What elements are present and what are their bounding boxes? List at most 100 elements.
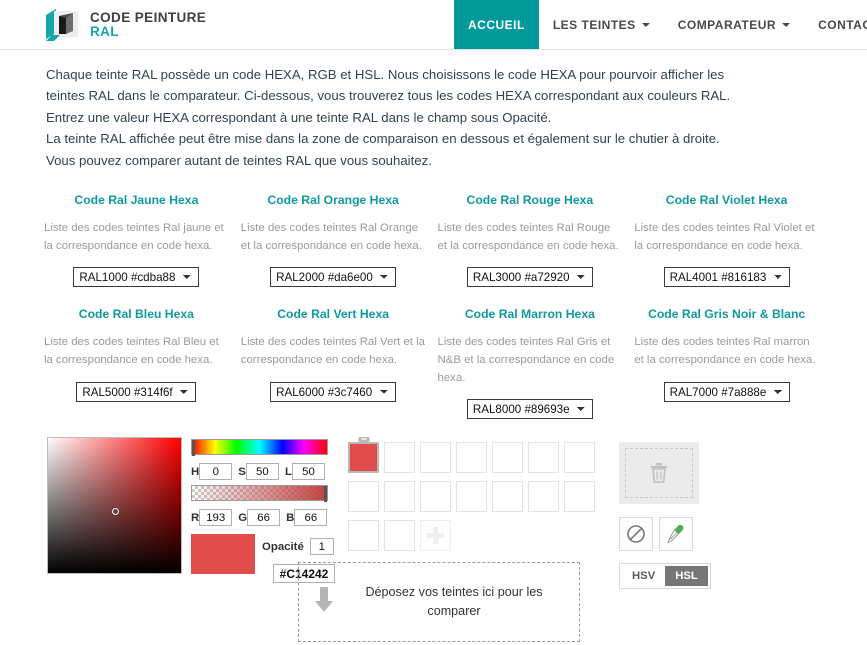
no-color-button[interactable] [619,517,653,552]
swatch-slot-empty[interactable] [528,442,559,474]
plus-icon [427,527,444,545]
category-select-rouge[interactable]: RAL3000 #a72920 [466,267,593,288]
comparison-dropzone[interactable]: Déposez vos teintes ici pour les compare… [298,562,580,642]
nav-label-contact: CONTACT [818,17,867,32]
swatch-slot-empty[interactable] [348,481,379,513]
picker-tools: HSV HSL [619,442,711,590]
main-navigation: ACCUEIL LES TEINTES COMPARATEUR CONTACT [454,0,867,49]
intro-paragraph-1: Chaque teinte RAL possède un code HEXA, … [46,67,731,125]
logo-line-1: CODE PEINTURE [90,9,207,25]
swatch-selected-marker-icon [358,437,369,444]
swatch-slot-empty[interactable] [456,442,487,474]
down-arrow-icon [315,586,333,612]
saturation-value-handle[interactable] [112,508,119,516]
lightness-input[interactable] [292,463,325,481]
chevron-down-icon [641,22,650,27]
nav-label-les-teintes: LES TEINTES [552,17,636,32]
category-card-orange: Code Ral Orange Hexa Liste des codes tei… [240,193,438,288]
swatch-slot-empty[interactable] [564,442,595,474]
swatch-slot-empty[interactable] [420,442,451,474]
swatch-slot-empty[interactable] [384,442,415,474]
swatch-slot-empty[interactable] [492,442,523,474]
category-card-gris-noir-blanc: Code Ral Gris Noir & Blanc Liste des cod… [634,307,831,419]
nav-item-accueil[interactable]: ACCUEIL [454,0,539,49]
swatch-slot-empty[interactable] [348,520,379,552]
swatch-slot-empty[interactable] [456,481,487,513]
red-input[interactable] [199,509,233,527]
category-select-orange[interactable]: RAL2000 #da6e00 [270,267,397,288]
color-mode-toggle: HSV HSL [619,563,711,590]
swatch-slot-empty[interactable] [384,520,415,552]
blue-label: B [286,511,295,524]
opacity-row: Opacité [262,538,334,556]
swatch-slot-empty[interactable] [384,481,415,513]
category-description-marron: Liste des codes teintes Ral Gris et N&B … [437,336,615,384]
category-card-rouge: Code Ral Rouge Hexa Liste des codes tein… [437,193,635,288]
category-title-jaune[interactable]: Code Ral Jaune Hexa [44,193,229,207]
intro-section: Chaque teinte RAL possède un code HEXA, … [0,50,800,171]
alpha-slider-handle[interactable] [324,486,327,503]
category-description-jaune: Liste des codes teintes Ral jaune et la … [44,221,224,252]
hsl-fields-row: H S L [191,463,331,481]
category-title-marron[interactable]: Code Ral Marron Hexa [438,307,623,321]
opacity-label: Opacité [262,540,304,553]
mode-button-hsl[interactable]: HSL [665,566,708,587]
eyedropper-button[interactable] [659,517,693,552]
category-title-violet[interactable]: Code Ral Violet Hexa [634,193,819,207]
swatch-slot-filled[interactable] [348,437,379,474]
swatch-slot-empty[interactable] [492,481,523,513]
category-select-bleu[interactable]: RAL5000 #314f6f [76,381,197,402]
saturation-label: S [238,465,246,478]
rgb-fields-row: R G B [191,509,331,527]
blue-input[interactable] [294,509,328,527]
category-description-gris-noir-blanc: Liste des codes teintes Ral marron et la… [634,336,816,366]
category-select-jaune[interactable]: RAL1000 #cdba88 [73,267,200,288]
category-title-rouge[interactable]: Code Ral Rouge Hexa [438,193,623,207]
alpha-slider[interactable] [191,485,328,503]
swatch-slot-empty[interactable] [564,481,595,513]
swatch-slot-empty[interactable] [528,481,559,513]
category-title-vert[interactable]: Code Ral Vert Hexa [241,307,426,321]
green-input[interactable] [247,509,281,527]
mode-button-hsv[interactable]: HSV [622,566,665,586]
logo-line-2: RAL [90,23,119,39]
category-select-vert[interactable]: RAL6000 #3c7460 [270,381,397,402]
nav-item-comparateur[interactable]: COMPARATEUR [664,0,804,49]
category-description-orange: Liste des codes teintes Ral Orange et la… [240,221,422,252]
site-logo[interactable]: CODE PEINTURE RAL [0,0,206,49]
category-title-gris-noir-blanc[interactable]: Code Ral Gris Noir & Blanc [634,307,819,321]
nav-label-accueil: ACCUEIL [468,17,525,32]
nav-item-contact[interactable]: CONTACT [804,0,867,49]
hue-slider-handle[interactable] [192,440,195,457]
logo-text: CODE PEINTURE RAL [90,9,207,39]
paint-cube-logo-icon [44,7,82,43]
swatch-grid [348,437,600,552]
category-card-jaune: Code Ral Jaune Hexa Liste des codes tein… [44,193,241,288]
ral-category-grid: Code Ral Jaune Hexa Liste des codes tein… [0,193,867,420]
nav-label-comparateur: COMPARATEUR [677,17,777,32]
category-select-violet[interactable]: RAL4001 #816183 [663,267,790,288]
category-select-gris-noir-blanc[interactable]: RAL7000 #7a888e [663,381,790,402]
site-header: CODE PEINTURE RAL ACCUEIL LES TEINTES CO… [0,0,867,50]
color-preview-swatch[interactable] [191,534,255,575]
category-card-bleu: Code Ral Bleu Hexa Liste des codes teint… [44,307,241,419]
nav-item-les-teintes[interactable]: LES TEINTES [539,0,664,49]
no-color-icon [627,525,645,544]
trash-dropzone[interactable] [619,442,699,505]
hue-slider[interactable] [191,439,328,457]
red-label: R [191,511,200,524]
category-card-violet: Code Ral Violet Hexa Liste des codes tei… [634,193,831,288]
add-swatch-button[interactable] [420,520,451,552]
swatch-slot-empty[interactable] [420,481,451,513]
category-select-marron[interactable]: RAL8000 #89693e [466,399,593,420]
opacity-input[interactable] [309,538,334,556]
saturation-value-box[interactable] [47,437,182,575]
tool-button-row [619,517,711,552]
category-title-bleu[interactable]: Code Ral Bleu Hexa [44,307,229,321]
saturation-input[interactable] [245,463,279,481]
hue-input[interactable] [199,463,233,481]
category-card-marron: Code Ral Marron Hexa Liste des codes tei… [437,307,635,420]
category-title-orange[interactable]: Code Ral Orange Hexa [241,193,426,207]
comparison-dropzone-label: Déposez vos teintes ici pour les compare… [365,585,543,618]
category-description-rouge: Liste des codes teintes Ral Rouge et la … [437,221,619,252]
